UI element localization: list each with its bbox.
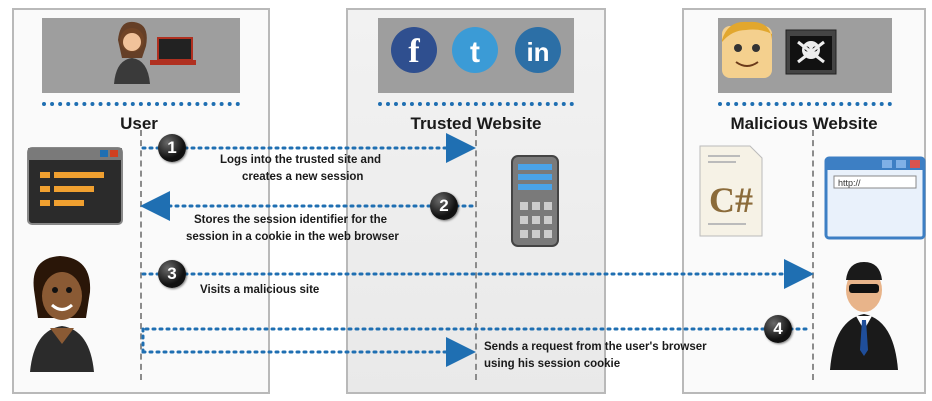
browser-url-text: http:// <box>838 178 861 188</box>
step-1-line-1: Logs into the trusted site and <box>220 154 382 166</box>
facebook-glyph: f <box>408 33 420 70</box>
step-3-caption: Visits a malicious site <box>200 282 319 299</box>
step-3-badge: 3 <box>158 260 186 288</box>
skull-terminal-icon <box>785 29 837 75</box>
malicious-browser-icon: http:// <box>824 156 926 240</box>
linkedin-icon: in <box>515 27 561 73</box>
step-1-line-2: creates a new session <box>242 171 364 183</box>
user-avatar-icon <box>30 256 94 372</box>
step-4-line-2: using his session cookie <box>484 358 621 370</box>
step-4-caption: Sends a request from the user's browser … <box>484 339 707 373</box>
hacker-avatar-icon <box>830 262 898 370</box>
facebook-icon: f <box>391 27 437 73</box>
step-3-line-1: Visits a malicious site <box>200 284 320 296</box>
twitter-glyph: t <box>470 36 480 69</box>
linkedin-glyph: in <box>526 37 549 67</box>
step-2-caption: Stores the session identifier for the se… <box>186 212 399 246</box>
step-4-badge: 4 <box>764 315 792 343</box>
step-2-line-1: Stores the session identifier for the <box>194 214 387 226</box>
step-1-badge: 1 <box>158 134 186 162</box>
hacker-face-icon <box>722 21 772 78</box>
browser-window-icon <box>27 147 123 225</box>
step-2-badge: 2 <box>430 192 458 220</box>
csharp-label: C# <box>709 180 753 220</box>
diagram-graphics: f t in C# http:// <box>27 21 926 372</box>
woman-laptop-icon <box>114 21 196 84</box>
server-icon <box>511 155 559 247</box>
step-2-line-2: session in a cookie in the web browser <box>186 231 399 243</box>
twitter-icon: t <box>452 27 498 73</box>
csharp-file-icon: C# <box>699 145 763 237</box>
step-1-caption: Logs into the trusted site and creates a… <box>220 152 381 186</box>
step-4-line-1: Sends a request from the user's browser <box>484 341 707 353</box>
